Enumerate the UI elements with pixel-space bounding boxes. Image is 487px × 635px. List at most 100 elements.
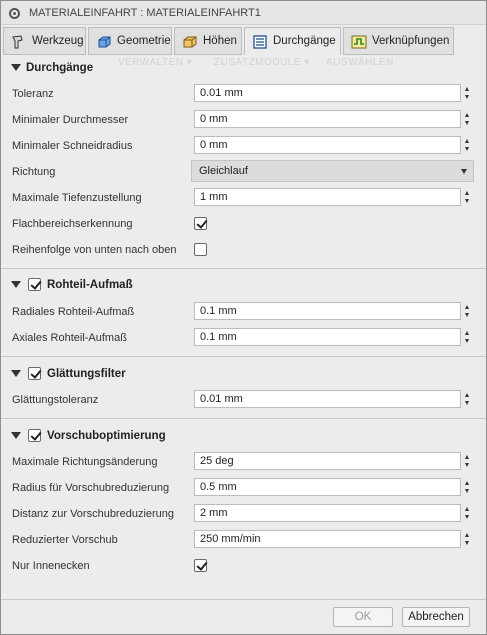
reihenfolge-label: Reihenfolge von unten nach oben xyxy=(12,244,177,256)
collapse-arrow-icon[interactable] xyxy=(11,64,21,71)
min-schneidradius-label: Minimaler Schneidradius xyxy=(12,140,133,152)
min-durchmesser-label: Minimaler Durchmesser xyxy=(12,114,129,126)
toleranz-input[interactable]: 0.01 mm xyxy=(194,84,461,102)
spin-down-icon xyxy=(465,339,469,343)
glaettungstoleranz-label: Glättungstoleranz xyxy=(12,394,99,406)
radial-aufmass-spinner[interactable] xyxy=(463,302,472,320)
tab-durchgaenge[interactable]: Durchgänge xyxy=(244,27,341,55)
spin-up-icon xyxy=(465,455,469,459)
field-value: 0.01 mm xyxy=(200,87,243,99)
spin-down-icon xyxy=(465,515,469,519)
title-bar[interactable]: MATERIALEINFAHRT : MATERIALEINFAHRT1 xyxy=(1,1,486,25)
max-tiefenzustellung-label: Maximale Tiefenzustellung xyxy=(12,192,142,204)
glaettungstoleranz-spinner[interactable] xyxy=(463,390,472,408)
radial-aufmass-input[interactable]: 0.1 mm xyxy=(194,302,461,320)
section-header-rohteil[interactable]: Rohteil-Aufmaß xyxy=(1,274,486,296)
radius-vorschubreduzierung-label: Radius für Vorschubreduzierung xyxy=(12,482,170,494)
nur-innenecken-checkbox[interactable] xyxy=(194,559,207,572)
tab-label: Höhen xyxy=(203,35,237,47)
max-richtungsaenderung-spinner[interactable] xyxy=(463,452,472,470)
glaettung-enable-checkbox[interactable] xyxy=(28,367,41,380)
axial-aufmass-spinner[interactable] xyxy=(463,328,472,346)
spin-down-icon xyxy=(465,489,469,493)
section-header-glaettung[interactable]: Glättungsfilter xyxy=(1,363,486,385)
richtung-dropdown[interactable]: Gleichlauf xyxy=(191,160,474,182)
max-richtungsaenderung-input[interactable]: 25 deg xyxy=(194,452,461,470)
reduzierter-vorschub-spinner[interactable] xyxy=(463,530,472,548)
field-value: 0.5 mm xyxy=(200,481,237,493)
min-schneidradius-input[interactable]: 0 mm xyxy=(194,136,461,154)
axial-aufmass-label: Axiales Rohteil-Aufmaß xyxy=(12,332,127,344)
spin-up-icon xyxy=(465,139,469,143)
spin-up-icon xyxy=(465,87,469,91)
distanz-vorschubreduzierung-spinner[interactable] xyxy=(463,504,472,522)
radial-aufmass-label: Radiales Rohteil-Aufmaß xyxy=(12,306,135,318)
spin-down-icon xyxy=(465,199,469,203)
passes-icon xyxy=(253,35,267,49)
dropdown-arrow-icon xyxy=(461,169,467,174)
field-value: 1 mm xyxy=(200,191,228,203)
axial-aufmass-input[interactable]: 0.1 mm xyxy=(194,328,461,346)
field-value: 0.01 mm xyxy=(200,393,243,405)
richtung-label: Richtung xyxy=(12,166,56,178)
spin-down-icon xyxy=(465,463,469,467)
collapse-arrow-icon[interactable] xyxy=(11,432,21,439)
tab-label: Durchgänge xyxy=(273,35,336,47)
collapse-arrow-icon[interactable] xyxy=(11,370,21,377)
spin-up-icon xyxy=(465,393,469,397)
spin-up-icon xyxy=(465,305,469,309)
glaettungstoleranz-input[interactable]: 0.01 mm xyxy=(194,390,461,408)
spin-up-icon xyxy=(465,507,469,511)
tab-werkzeug[interactable]: Werkzeug xyxy=(3,27,86,55)
section-title: Rohteil-Aufmaß xyxy=(47,279,133,291)
max-tiefenzustellung-spinner[interactable] xyxy=(463,188,472,206)
toleranz-spinner[interactable] xyxy=(463,84,472,102)
field-value: 2 mm xyxy=(200,507,228,519)
max-tiefenzustellung-input[interactable]: 1 mm xyxy=(194,188,461,206)
field-value: 250 mm/min xyxy=(200,533,261,545)
section-header-durchgaenge[interactable]: Durchgänge xyxy=(1,57,486,79)
field-value: 0 mm xyxy=(200,139,228,151)
section-divider xyxy=(1,268,486,269)
cancel-button[interactable]: Abbrechen xyxy=(402,607,470,627)
spin-down-icon xyxy=(465,95,469,99)
rohteil-enable-checkbox[interactable] xyxy=(28,278,41,291)
geometry-icon xyxy=(98,36,111,48)
spin-down-icon xyxy=(465,121,469,125)
tab-label: Verknüpfungen xyxy=(372,35,450,47)
spin-up-icon xyxy=(465,331,469,335)
flachbereich-checkbox[interactable] xyxy=(194,217,207,230)
field-value: 0 mm xyxy=(200,113,228,125)
section-divider xyxy=(1,356,486,357)
reduzierter-vorschub-input[interactable]: 250 mm/min xyxy=(194,530,461,548)
reduzierter-vorschub-label: Reduzierter Vorschub xyxy=(12,534,118,546)
spin-down-icon xyxy=(465,401,469,405)
toleranz-label: Toleranz xyxy=(12,88,54,100)
spin-down-icon xyxy=(465,541,469,545)
vorschub-enable-checkbox[interactable] xyxy=(28,429,41,442)
tab-label: Werkzeug xyxy=(32,35,84,47)
tab-verknuepfungen[interactable]: Verknüpfungen xyxy=(343,27,454,55)
tab-hoehen[interactable]: Höhen xyxy=(174,27,242,55)
flachbereich-label: Flachbereichserkennung xyxy=(12,218,133,230)
distanz-vorschubreduzierung-input[interactable]: 2 mm xyxy=(194,504,461,522)
spin-up-icon xyxy=(465,113,469,117)
section-header-vorschub[interactable]: Vorschuboptimierung xyxy=(1,425,486,447)
tab-strip: Werkzeug Geometrie Höhen Durchgänge Verk… xyxy=(1,27,486,55)
radius-vorschubreduzierung-spinner[interactable] xyxy=(463,478,472,496)
min-durchmesser-spinner[interactable] xyxy=(463,110,472,128)
radius-vorschubreduzierung-input[interactable]: 0.5 mm xyxy=(194,478,461,496)
ok-button[interactable]: OK xyxy=(333,607,393,627)
dialog-icon xyxy=(9,8,20,19)
field-value: 0.1 mm xyxy=(200,331,237,343)
collapse-arrow-icon[interactable] xyxy=(11,281,21,288)
min-schneidradius-spinner[interactable] xyxy=(463,136,472,154)
min-durchmesser-input[interactable]: 0 mm xyxy=(194,110,461,128)
tab-geometrie[interactable]: Geometrie xyxy=(88,27,172,55)
nur-innenecken-label: Nur Innenecken xyxy=(12,560,90,572)
reihenfolge-checkbox[interactable] xyxy=(194,243,207,256)
richtung-value: Gleichlauf xyxy=(199,165,248,177)
tool-icon xyxy=(12,35,23,49)
max-richtungsaenderung-label: Maximale Richtungsänderung xyxy=(12,456,158,468)
section-divider xyxy=(1,418,486,419)
